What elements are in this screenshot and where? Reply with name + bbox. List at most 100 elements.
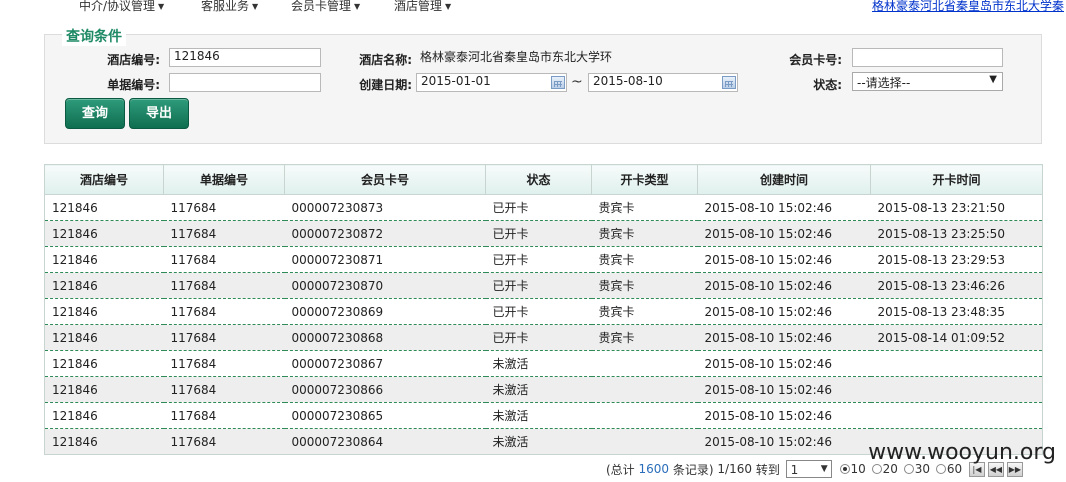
dropdown-arrow-icon: ▼ bbox=[820, 464, 828, 474]
table-cell: 121846 bbox=[44, 246, 164, 273]
menu-customer-service[interactable]: 客服业务 ▼ bbox=[201, 0, 258, 14]
current-hotel-link[interactable]: 格林豪泰河北省秦皇岛市东北大学秦 bbox=[872, 0, 1064, 14]
bill-no-label: 单据编号: bbox=[107, 78, 160, 92]
table-cell: 117684 bbox=[163, 194, 285, 221]
table-cell: 2015-08-14 01:09:52 bbox=[870, 324, 1043, 351]
table-header-row: 酒店编号 单据编号 会员卡号 状态 开卡类型 创建时间 开卡时间 bbox=[44, 164, 1043, 195]
table-row: 121846 117684 000007230865 未激活 2015-08-10 15… bbox=[44, 402, 1043, 429]
date-from-input[interactable]: 2015-01-01 bbox=[416, 73, 567, 92]
date-range-separator: ~ bbox=[571, 74, 583, 90]
total-count: 1600 bbox=[638, 462, 670, 476]
results-table: 酒店编号 单据编号 会员卡号 状态 开卡类型 创建时间 开卡时间 121846 1… bbox=[44, 164, 1043, 455]
page-size-radio-10[interactable] bbox=[839, 464, 850, 474]
table-cell: 000007230872 bbox=[284, 220, 486, 247]
hotel-name-value: 格林豪泰河北省秦皇岛市东北大学环 bbox=[420, 50, 613, 64]
table-cell: 000007230871 bbox=[284, 246, 486, 273]
table-cell: 2015-08-13 23:29:53 bbox=[870, 246, 1043, 273]
total-suffix: 条记录) bbox=[672, 462, 714, 477]
table-cell: 000007230868 bbox=[284, 324, 486, 351]
table-cell: 117684 bbox=[163, 298, 285, 325]
page-size-radio-20[interactable] bbox=[871, 464, 882, 474]
table-cell: 2015-08-10 15:02:46 bbox=[697, 272, 871, 299]
export-button[interactable]: 导出 bbox=[129, 98, 189, 129]
status-label: 状态: bbox=[813, 78, 842, 92]
bill-no-input[interactable] bbox=[169, 73, 321, 92]
table-cell: 121846 bbox=[44, 350, 164, 377]
table-cell bbox=[591, 376, 698, 403]
table-cell: 117684 bbox=[163, 350, 285, 377]
table-cell: 贵宾卡 bbox=[591, 298, 698, 325]
table-cell: 2015-08-10 15:02:46 bbox=[697, 324, 871, 351]
page-size-radio-60[interactable] bbox=[935, 464, 946, 474]
caret-down-icon: ▼ bbox=[158, 2, 165, 11]
calendar-icon[interactable] bbox=[551, 76, 565, 89]
table-cell: 2015-08-10 15:02:46 bbox=[697, 376, 871, 403]
table-cell: 未激活 bbox=[485, 428, 592, 455]
page-size-radio-30[interactable] bbox=[903, 464, 914, 474]
table-cell: 已开卡 bbox=[485, 246, 592, 273]
table-cell: 117684 bbox=[163, 246, 285, 273]
hotel-code-input[interactable]: 121846 bbox=[169, 48, 321, 67]
table-cell: 2015-08-10 15:02:46 bbox=[697, 220, 871, 247]
table-cell: 2015-08-10 15:02:46 bbox=[697, 402, 871, 429]
table-row: 121846 117684 000007230866 未激活 2015-08-10 15… bbox=[44, 376, 1043, 403]
table-cell: 2015-08-13 23:48:35 bbox=[870, 298, 1043, 325]
table-cell: 未激活 bbox=[485, 350, 592, 377]
table-cell: 000007230869 bbox=[284, 298, 486, 325]
table-cell: 117684 bbox=[163, 220, 285, 247]
goto-label: 转到 bbox=[755, 462, 780, 477]
table-row: 121846 117684 000007230872 已开卡 贵宾卡 2015-08-10… bbox=[44, 220, 1043, 247]
member-card-input[interactable] bbox=[852, 48, 1003, 67]
menu-agency-agreement[interactable]: 中介/协议管理 ▼ bbox=[79, 0, 164, 14]
table-row: 121846 117684 000007230871 已开卡 贵宾卡 2015-08-10… bbox=[44, 246, 1043, 273]
column-header: 单据编号 bbox=[163, 164, 285, 195]
caret-down-icon: ▼ bbox=[252, 2, 259, 11]
column-header: 会员卡号 bbox=[284, 164, 486, 195]
table-cell: 已开卡 bbox=[485, 324, 592, 351]
table-cell: 已开卡 bbox=[485, 298, 592, 325]
hotel-name-label: 酒店名称: bbox=[359, 53, 412, 67]
table-cell: 121846 bbox=[44, 428, 164, 455]
table-row: 121846 117684 000007230873 已开卡 贵宾卡 2015-08-10… bbox=[44, 194, 1043, 221]
table-cell: 2015-08-10 15:02:46 bbox=[697, 298, 871, 325]
query-button[interactable]: 查询 bbox=[65, 98, 125, 129]
table-cell: 贵宾卡 bbox=[591, 194, 698, 221]
table-cell: 2015-08-10 15:02:46 bbox=[697, 350, 871, 377]
table-cell: 2015-08-10 15:02:46 bbox=[697, 246, 871, 273]
member-card-label: 会员卡号: bbox=[789, 53, 842, 67]
table-cell bbox=[870, 376, 1043, 403]
table-cell: 000007230873 bbox=[284, 194, 486, 221]
table-cell bbox=[591, 350, 698, 377]
calendar-icon[interactable] bbox=[722, 76, 736, 89]
table-cell: 2015-08-13 23:46:26 bbox=[870, 272, 1043, 299]
table-row: 121846 117684 000007230868 已开卡 贵宾卡 2015-08-10… bbox=[44, 324, 1043, 351]
table-cell bbox=[870, 402, 1043, 429]
caret-down-icon: ▼ bbox=[354, 2, 361, 11]
page-select[interactable]: 1 ▼ bbox=[785, 460, 832, 478]
menu-hotel-management[interactable]: 酒店管理 ▼ bbox=[394, 0, 451, 14]
table-cell: 000007230864 bbox=[284, 428, 486, 455]
table-row: 121846 117684 000007230870 已开卡 贵宾卡 2015-08-10… bbox=[44, 272, 1043, 299]
table-cell: 117684 bbox=[163, 324, 285, 351]
table-cell: 贵宾卡 bbox=[591, 220, 698, 247]
table-cell: 121846 bbox=[44, 298, 164, 325]
menu-member-card[interactable]: 会员卡管理 ▼ bbox=[291, 0, 360, 14]
table-cell: 未激活 bbox=[485, 402, 592, 429]
table-cell: 117684 bbox=[163, 376, 285, 403]
total-prefix: (总计 bbox=[606, 462, 635, 477]
table-cell: 000007230870 bbox=[284, 272, 486, 299]
table-cell bbox=[870, 350, 1043, 377]
dropdown-arrow-icon: ▼ bbox=[989, 74, 997, 85]
top-nav: 中介/协议管理 ▼ 客服业务 ▼ 会员卡管理 ▼ 酒店管理 ▼ 格林豪泰河北省秦皇岛市东… bbox=[0, 0, 1066, 14]
date-to-input[interactable]: 2015-08-10 bbox=[588, 73, 738, 92]
create-date-label: 创建日期: bbox=[359, 78, 412, 92]
page-size-label: 10 bbox=[850, 462, 866, 476]
column-header: 状态 bbox=[485, 164, 592, 195]
table-cell: 2015-08-13 23:25:50 bbox=[870, 220, 1043, 247]
table-cell: 117684 bbox=[163, 272, 285, 299]
status-select[interactable]: --请选择-- ▼ bbox=[852, 72, 1003, 91]
table-cell: 2015-08-10 15:02:46 bbox=[697, 428, 871, 455]
table-cell: 117684 bbox=[163, 402, 285, 429]
table-cell: 121846 bbox=[44, 194, 164, 221]
table-cell: 000007230866 bbox=[284, 376, 486, 403]
